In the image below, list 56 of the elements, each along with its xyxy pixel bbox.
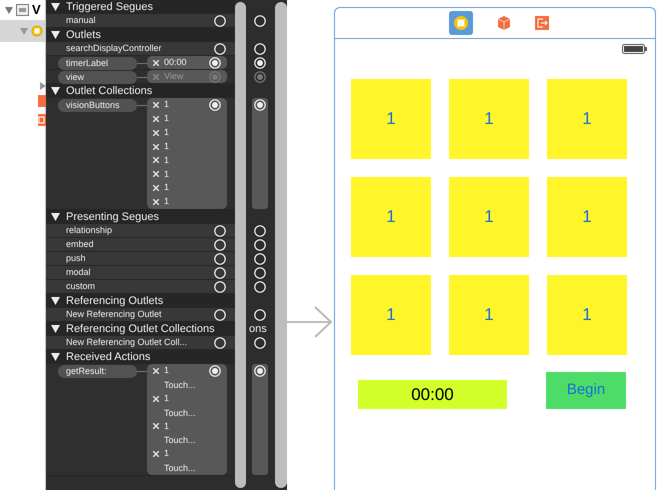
section-heading: Referencing Outlets [66,294,164,309]
grid-button[interactable]: 1 [449,177,529,257]
event-name: Touch... [163,434,197,448]
target-name: 1 [164,392,170,405]
segue-arrow-icon [287,305,333,339]
grid-button[interactable]: 1 [547,177,627,257]
target-name: 1 [164,168,170,181]
target-name: 1 [164,364,170,378]
scrollbar-track[interactable] [275,2,287,488]
scrollbar-track[interactable] [235,2,246,488]
target-name: View [164,70,184,83]
outlet-pill[interactable]: getResult: [58,365,137,378]
grid-button[interactable]: 1 [449,79,529,159]
event-name: Touch... [163,406,197,420]
target-name: 00:00 [164,56,187,69]
target-name: 1 [164,98,170,112]
disclosure-triangle-icon[interactable] [51,31,60,39]
target-name: 1 [164,140,170,153]
target-name: 1 [164,181,170,194]
grid-button[interactable]: 1 [351,275,431,355]
exit-icon[interactable] [535,16,549,30]
section-heading: Received Actions [66,350,150,365]
grid-button[interactable]: 1 [449,275,529,355]
grid-button[interactable]: 1 [547,79,627,159]
section-heading: ons [248,322,267,337]
target-name: 1 [164,112,170,126]
target-name: 1 [164,195,170,208]
outlet-pill[interactable]: timerLabel [58,57,137,70]
event-name: Touch... [163,378,197,392]
collapsed-triangle-icon[interactable] [40,82,46,90]
scene-title[interactable]: V [32,0,41,20]
timer-label: 00:00 [358,380,507,409]
grid-button[interactable]: 1 [351,177,431,257]
disclosure-triangle-icon[interactable] [51,353,60,361]
grid-button[interactable]: 1 [547,275,627,355]
section-heading: Presenting Segues [66,210,159,225]
target-name: 1 [164,420,170,433]
window-icon [16,4,29,16]
grid-button[interactable]: 1 [351,79,431,159]
battery-icon [622,44,647,54]
exit-icon[interactable] [38,114,46,126]
disclosure-triangle-icon[interactable] [51,213,60,221]
disclosure-triangle-icon[interactable] [51,3,60,11]
outlet-pill[interactable]: visionButtons [58,99,137,112]
disclosure-triangle-icon[interactable] [51,87,60,95]
target-name: 1 [164,447,170,460]
section-heading: Outlets [66,28,101,43]
disclosure-triangle-icon[interactable] [51,325,60,333]
section-heading: Outlet Collections [66,84,152,99]
target-name: 1 [164,154,170,167]
target-name: 1 [164,126,170,139]
section-heading: Referencing Outlet Collections [66,322,215,337]
event-name: Touch... [163,462,197,475]
section-heading: Triggered Segues [66,0,154,15]
disclosure-triangle-icon[interactable] [51,297,60,305]
controller-icon[interactable] [449,11,473,35]
